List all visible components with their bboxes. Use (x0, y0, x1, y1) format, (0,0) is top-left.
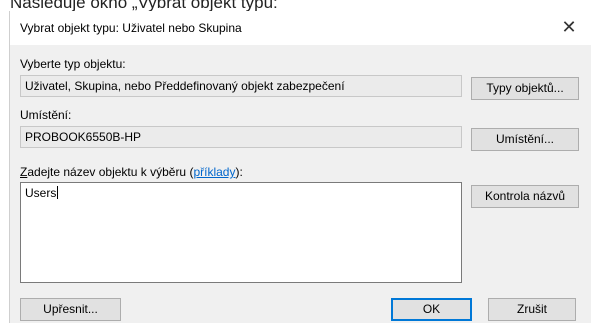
location-field: PROBOOK6550B-HP (20, 126, 462, 148)
ok-button[interactable]: OK (391, 298, 472, 321)
object-types-button[interactable]: Typy objektů... (471, 77, 579, 100)
location-label: Umístění: (20, 108, 72, 122)
dialog-title: Vybrat objekt typu: Uživatel nebo Skupin… (20, 21, 242, 35)
object-name-input[interactable]: Users (20, 182, 462, 283)
advanced-button[interactable]: Upřesnit... (20, 298, 121, 321)
dialog-client-area: Vyberte typ objektu: Uživatel, Skupina, … (10, 45, 591, 323)
title-bar[interactable]: Vybrat objekt typu: Uživatel nebo Skupin… (10, 11, 591, 45)
object-type-field: Uživatel, Skupina, nebo Předdefinovaný o… (20, 75, 462, 97)
text-caret (57, 186, 59, 199)
object-name-label-suffix: ): (235, 165, 243, 179)
examples-link[interactable]: příklady (193, 165, 235, 179)
object-type-label: Vyberte typ objektu: (20, 57, 126, 71)
object-name-label-text: adejte název objektu k výběru ( (27, 165, 194, 179)
cancel-button[interactable]: Zrušit (488, 298, 576, 321)
object-name-value: Users (25, 186, 57, 200)
check-names-button[interactable]: Kontrola názvů (471, 185, 579, 208)
locations-button[interactable]: Umístění... (471, 128, 579, 151)
select-users-dialog: Vybrat objekt typu: Uživatel nebo Skupin… (9, 11, 591, 323)
close-icon[interactable]: ✕ (554, 13, 584, 41)
object-name-label: Zadejte název objektu k výběru (příklady… (20, 165, 243, 179)
